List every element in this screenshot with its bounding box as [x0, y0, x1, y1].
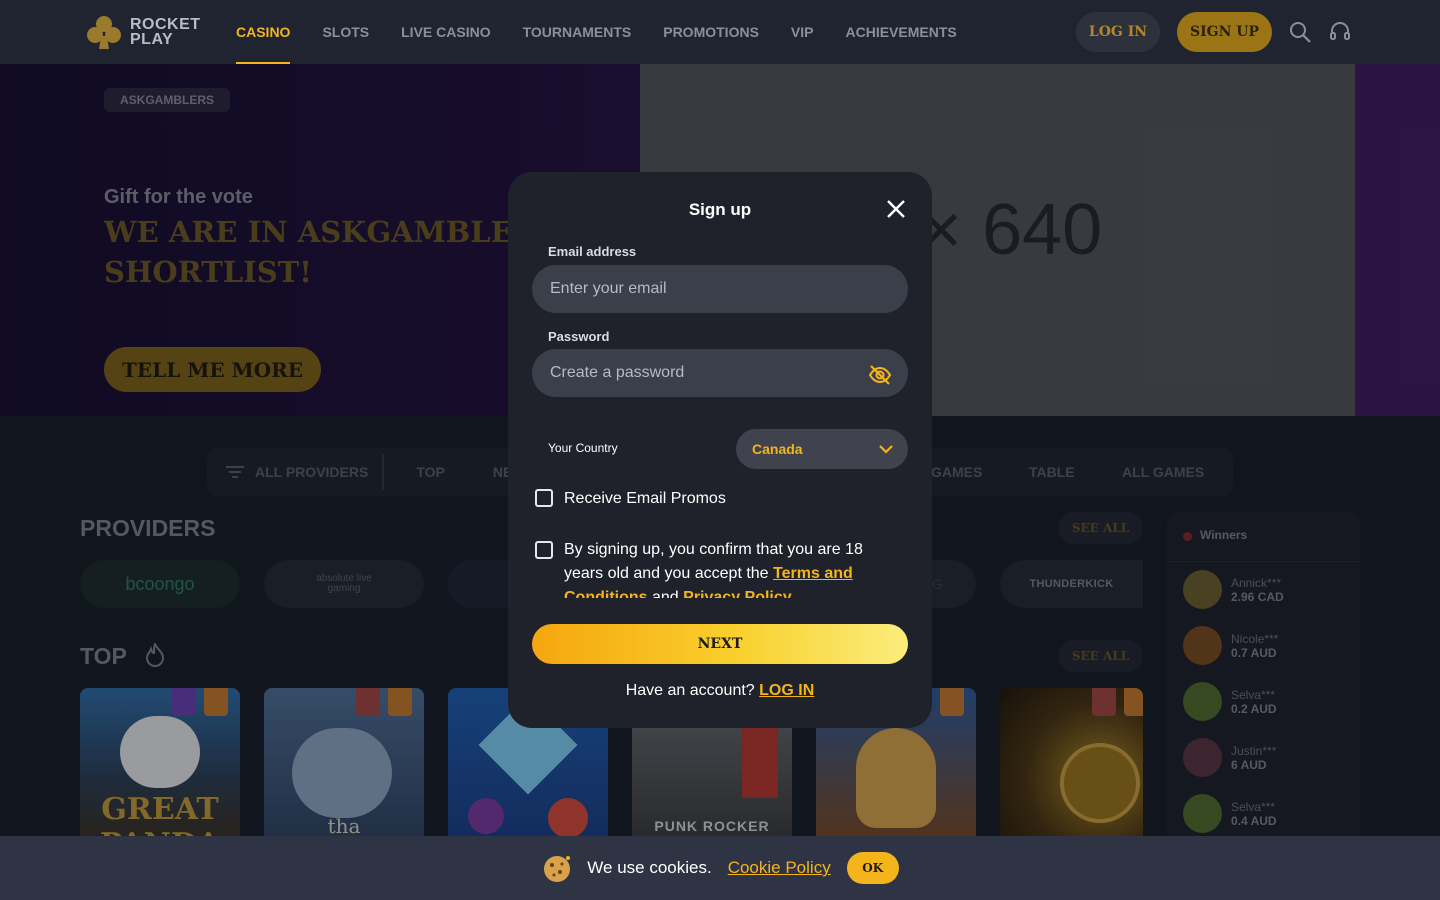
terms-checkbox[interactable] — [535, 541, 553, 559]
email-promos-checkbox[interactable] — [535, 489, 553, 507]
next-button[interactable]: NEXT — [532, 624, 908, 664]
nav-achievements[interactable]: ACHIEVEMENTS — [845, 0, 956, 64]
logo-line-2: PLAY — [130, 31, 174, 48]
cookie-ok-button[interactable]: OK — [846, 852, 899, 884]
nav-casino[interactable]: CASINO — [236, 0, 291, 64]
nav-tournaments[interactable]: TOURNAMENTS — [523, 0, 632, 64]
club-logo-icon — [87, 16, 121, 49]
modal-login-link[interactable]: LOG IN — [759, 682, 814, 699]
nav-slots[interactable]: SLOTS — [322, 0, 369, 64]
password-field[interactable] — [532, 349, 908, 397]
chevron-down-icon — [879, 445, 893, 454]
email-label: Email address — [548, 244, 637, 259]
country-select[interactable]: Canada — [736, 429, 908, 469]
nav-vip[interactable]: VIP — [791, 0, 814, 64]
modal-title: Sign up — [688, 200, 752, 219]
close-icon[interactable] — [884, 197, 908, 221]
cookie-policy-link[interactable]: Cookie Policy — [728, 858, 831, 878]
country-value: Canada — [752, 441, 803, 457]
eye-off-icon[interactable] — [867, 362, 893, 388]
email-field[interactable] — [532, 265, 908, 313]
password-label: Password — [548, 329, 610, 344]
have-account-text: Have an account? LOG IN — [508, 682, 932, 700]
email-promos-label: Receive Email Promos — [564, 490, 726, 507]
search-icon[interactable] — [1288, 20, 1312, 44]
top-header: ROCKET PLAY CASINO SLOTS LIVE CASINO TOU… — [0, 0, 1440, 64]
support-headset-icon[interactable] — [1328, 20, 1352, 44]
terms-and: and — [652, 589, 679, 598]
nav-promotions[interactable]: PROMOTIONS — [663, 0, 759, 64]
signup-modal: Sign up Email address Password Your Coun… — [508, 172, 932, 728]
logo-line-1: ROCKET — [130, 16, 201, 33]
country-label: Your Country — [548, 441, 618, 455]
logo[interactable]: ROCKET PLAY — [86, 14, 201, 50]
have-account-label: Have an account? — [625, 682, 755, 699]
header-signup-button[interactable]: SIGN UP — [1177, 12, 1272, 52]
cookie-icon — [544, 856, 571, 882]
header-login-button[interactable]: LOG IN — [1076, 12, 1160, 52]
nav-live-casino[interactable]: LIVE CASINO — [401, 0, 490, 64]
cookie-bar: We use cookies. Cookie Policy OK — [0, 836, 1440, 900]
privacy-link[interactable]: Privacy Policy — [683, 589, 792, 598]
cookie-text: We use cookies. — [587, 858, 712, 877]
main-nav: CASINO SLOTS LIVE CASINO TOURNAMENTS PRO… — [236, 0, 957, 64]
terms-text: By signing up, you confirm that you are … — [564, 538, 894, 598]
